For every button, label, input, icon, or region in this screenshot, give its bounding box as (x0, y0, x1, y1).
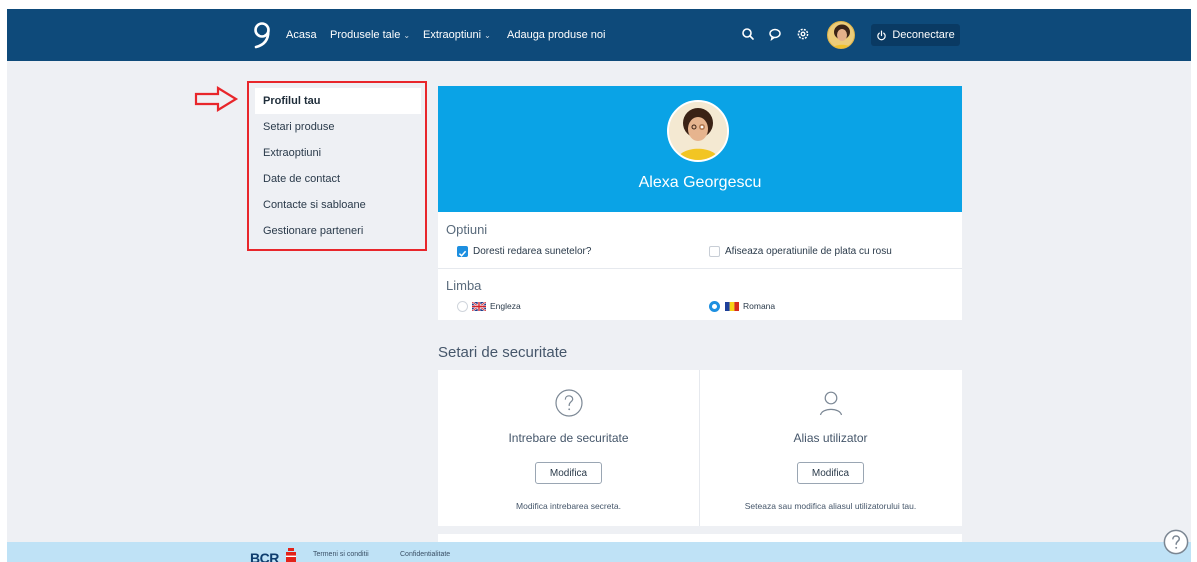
page-left-margin (0, 0, 7, 562)
page-right-margin (1191, 0, 1197, 562)
security-question-panel: Intrebare de securitate Modifica Modific… (438, 370, 699, 526)
george-logo-icon[interactable] (250, 20, 274, 50)
nav-produsele-tale-label: Produsele tale (330, 29, 401, 41)
settings-icon[interactable] (795, 26, 811, 42)
security-heading: Setari de securitate (438, 344, 568, 361)
sidebar-item-setari-produse[interactable]: Setari produse (255, 114, 421, 140)
sidebar-item-label: Profilul tau (263, 95, 321, 107)
search-icon[interactable] (740, 26, 756, 42)
profile-avatar-image (669, 102, 727, 160)
user-alias-title: Alias utilizator (793, 431, 868, 445)
help-icon[interactable] (1163, 529, 1189, 555)
chevron-down-icon: ⌄ (484, 31, 491, 40)
nav-adauga-produse-noi[interactable]: Adauga produse noi (507, 29, 605, 41)
sidebar-menu: Profilul tau Setari produse Extraoptiuni… (247, 81, 427, 251)
question-circle-icon (555, 389, 583, 417)
page-top-margin (0, 0, 1197, 9)
user-alias-description: Seteaza sau modifica aliasul utilizatoru… (744, 501, 917, 511)
user-avatar[interactable] (827, 21, 855, 49)
footer-link-terms[interactable]: Termeni si conditii (313, 551, 369, 558)
sidebar-item-label: Setari produse (263, 121, 335, 133)
footer-link-privacy[interactable]: Confidentialitate (400, 551, 450, 558)
options-title: Optiuni (446, 222, 488, 237)
sidebar-item-label: Gestionare parteneri (263, 225, 364, 237)
sidebar-item-label: Date de contact (263, 173, 341, 185)
nav-adauga-label: Adauga produse noi (507, 29, 606, 41)
sound-checkbox[interactable] (457, 246, 468, 257)
logout-label: Deconectare (892, 29, 955, 41)
profile-card: Alexa Georgescu (438, 86, 962, 212)
chat-icon[interactable] (767, 26, 783, 42)
language-radio-engleza[interactable] (457, 301, 468, 312)
options-card: Optiuni Doresti redarea sunetelor? Afise… (438, 212, 962, 320)
checkmark-icon (458, 250, 467, 257)
language-title: Limba (446, 278, 482, 293)
sidebar-item-contacte-si-sabloane[interactable]: Contacte si sabloane (255, 192, 421, 218)
chevron-down-icon: ⌄ (403, 31, 411, 40)
sidebar-item-date-de-contact[interactable]: Date de contact (255, 166, 421, 192)
annotation-arrow-icon (194, 86, 239, 112)
user-alias-panel: Alias utilizator Modifica Seteaza sau mo… (700, 370, 961, 526)
bcr-logo-mark-icon (286, 548, 296, 562)
power-icon (877, 30, 887, 40)
language-label-romana[interactable]: Romana (743, 301, 775, 311)
sidebar-item-gestionare-parteneri[interactable]: Gestionare parteneri (255, 218, 421, 244)
sidebar-item-extraoptiuni[interactable]: Extraoptiuni (255, 140, 421, 166)
options-divider (438, 268, 962, 269)
red-payments-checkbox[interactable] (709, 246, 720, 257)
nav-produsele-tale[interactable]: Produsele tale ⌄ (330, 29, 410, 41)
sidebar-item-profilul-tau[interactable]: Profilul tau (255, 88, 421, 114)
security-question-description: Modifica intrebarea secreta. (516, 501, 621, 511)
nav-acasa-label: Acasa (286, 29, 317, 41)
language-radio-romana[interactable] (709, 301, 720, 312)
modify-security-question-button[interactable]: Modifica (535, 462, 602, 484)
uk-flag-icon (472, 302, 486, 311)
modify-user-alias-button[interactable]: Modifica (797, 462, 864, 484)
next-card-edge (438, 534, 962, 542)
sound-checkbox-label[interactable]: Doresti redarea sunetelor? (473, 246, 591, 257)
logout-button[interactable]: Deconectare (871, 24, 960, 46)
sidebar-item-label: Contacte si sabloane (263, 199, 366, 211)
nav-extraoptiuni-label: Extraoptiuni (423, 29, 482, 41)
sidebar-item-label: Extraoptiuni (263, 147, 322, 159)
profile-name: Alexa Georgescu (638, 174, 762, 191)
profile-avatar[interactable] (667, 100, 729, 162)
nav-acasa[interactable]: Acasa (286, 29, 317, 41)
bcr-logo[interactable]: BCR (250, 550, 279, 562)
nav-extraoptiuni[interactable]: Extraoptiuni ⌄ (423, 29, 491, 41)
ro-flag-icon (725, 302, 739, 311)
footer-bar (7, 542, 1191, 562)
red-payments-checkbox-label[interactable]: Afiseaza operatiunile de plata cu rosu (725, 246, 892, 257)
security-card: Intrebare de securitate Modifica Modific… (438, 370, 962, 526)
security-question-title: Intrebare de securitate (508, 431, 629, 445)
language-label-engleza[interactable]: Engleza (490, 301, 521, 311)
user-icon (819, 391, 843, 416)
